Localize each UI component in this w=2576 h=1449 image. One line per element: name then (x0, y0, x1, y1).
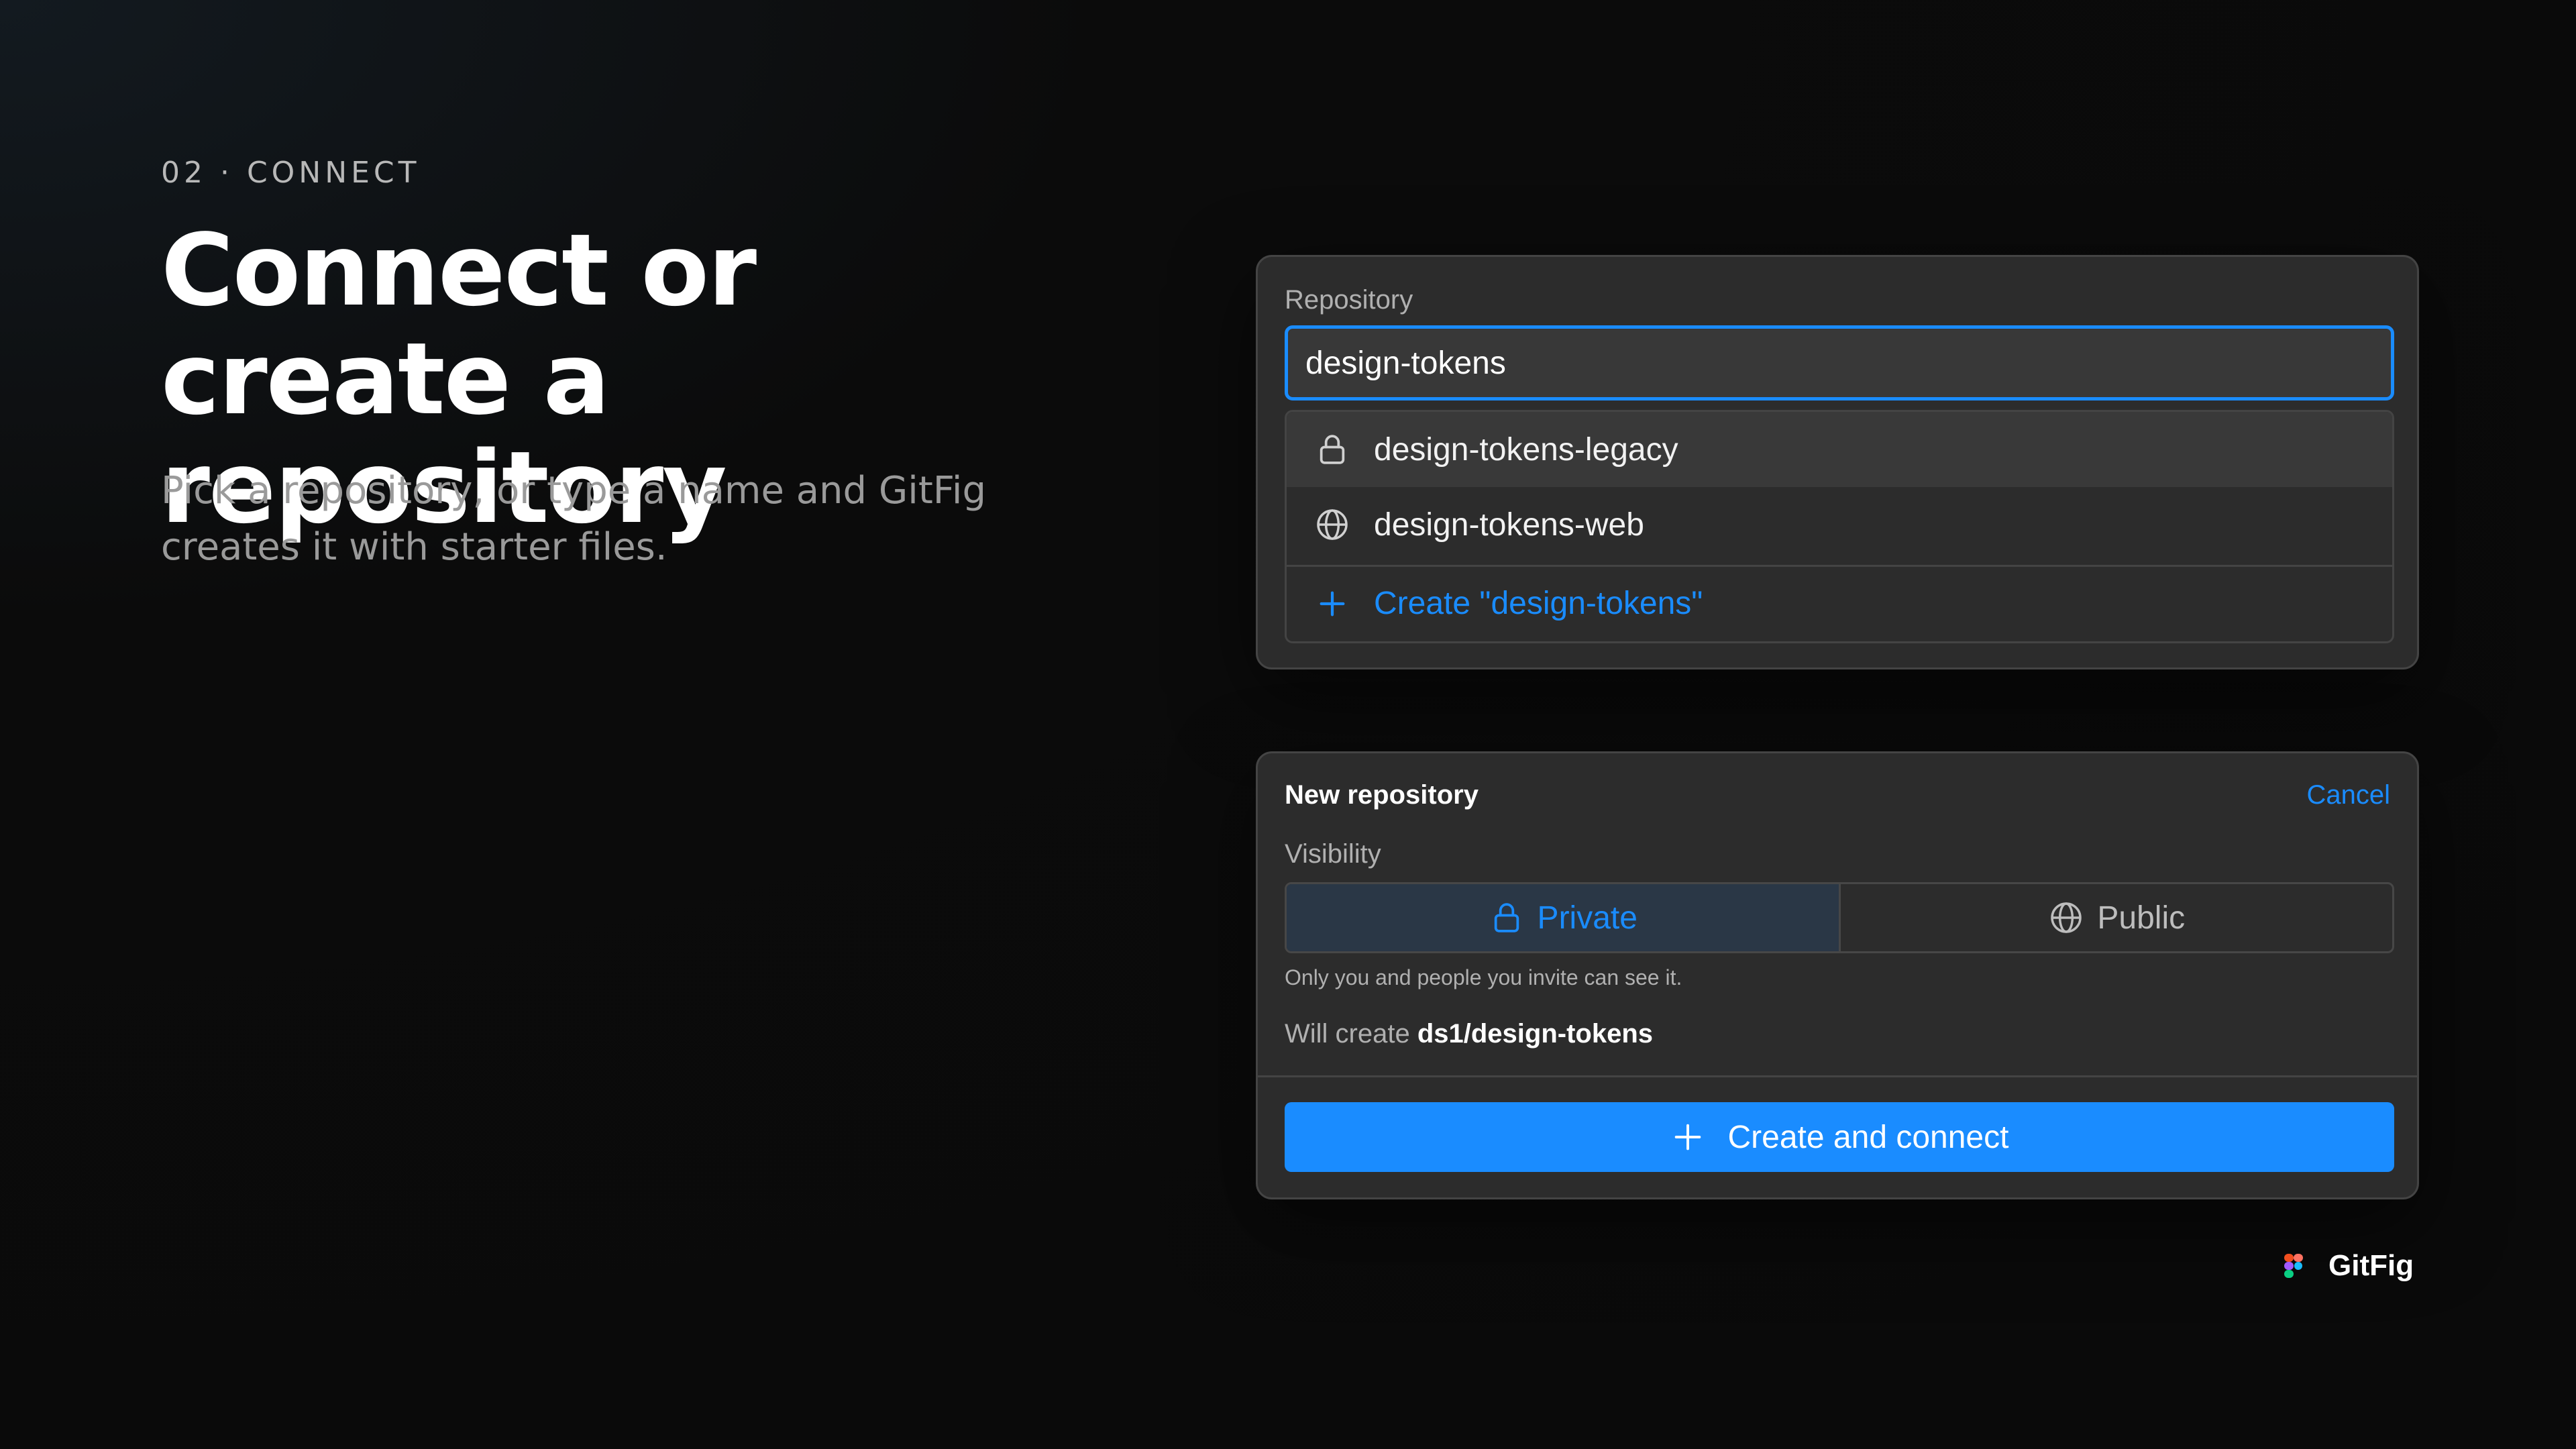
create-and-connect-button[interactable]: Create and connect (1285, 1102, 2394, 1172)
create-repo-label: Create "design-tokens" (1374, 586, 1703, 621)
will-create-repo-name: ds1/design-tokens (1417, 1019, 1654, 1049)
plus-icon (1670, 1120, 1705, 1155)
repository-dropdown: design-tokens-legacy design-tokens-web C… (1285, 410, 2394, 643)
visibility-label: Visibility (1285, 839, 1381, 869)
repo-option-design-tokens-legacy[interactable]: design-tokens-legacy (1287, 412, 2392, 487)
gitfig-logo-icon (2284, 1254, 2303, 1278)
visibility-private-option[interactable]: Private (1287, 884, 1841, 951)
visibility-segmented-control: Private Public (1285, 882, 2394, 953)
step-eyebrow: 02 · CONNECT (161, 156, 421, 190)
globe-icon (1313, 506, 1351, 543)
new-repository-panel: New repository Cancel Visibility Private… (1256, 751, 2419, 1199)
repository-label: Repository (1285, 285, 1413, 315)
lock-icon (1313, 431, 1351, 468)
plus-icon (1313, 585, 1351, 623)
lock-icon (1488, 899, 1525, 936)
repo-option-design-tokens-web[interactable]: design-tokens-web (1287, 487, 2392, 562)
create-repo-option[interactable]: Create "design-tokens" (1287, 565, 2392, 640)
visibility-hint: Only you and people you invite can see i… (1285, 965, 1682, 989)
brand-name: GitFig (2328, 1249, 2414, 1282)
visibility-public-label: Public (2097, 900, 2186, 936)
page-subtitle: Pick a repository, or type a name and Gi… (161, 469, 987, 569)
new-repository-title: New repository (1285, 780, 1479, 810)
visibility-public-option[interactable]: Public (1841, 884, 2393, 951)
globe-icon (2047, 899, 2085, 936)
will-create-prefix: Will create (1285, 1019, 1410, 1049)
repository-picker-panel: Repository design-tokens-legacy design-t… (1256, 255, 2419, 669)
create-and-connect-label: Create and connect (1727, 1119, 2009, 1155)
repository-search-input[interactable] (1285, 325, 2394, 400)
cancel-link[interactable]: Cancel (2306, 780, 2390, 810)
panel-divider (1258, 1075, 2417, 1077)
visibility-private-label: Private (1537, 900, 1638, 936)
repo-option-label: design-tokens-legacy (1374, 431, 1678, 468)
will-create-summary: Will create ds1/design-tokens (1285, 1019, 1653, 1049)
brand: GitFig (2284, 1249, 2414, 1283)
repo-option-label: design-tokens-web (1374, 506, 1644, 543)
